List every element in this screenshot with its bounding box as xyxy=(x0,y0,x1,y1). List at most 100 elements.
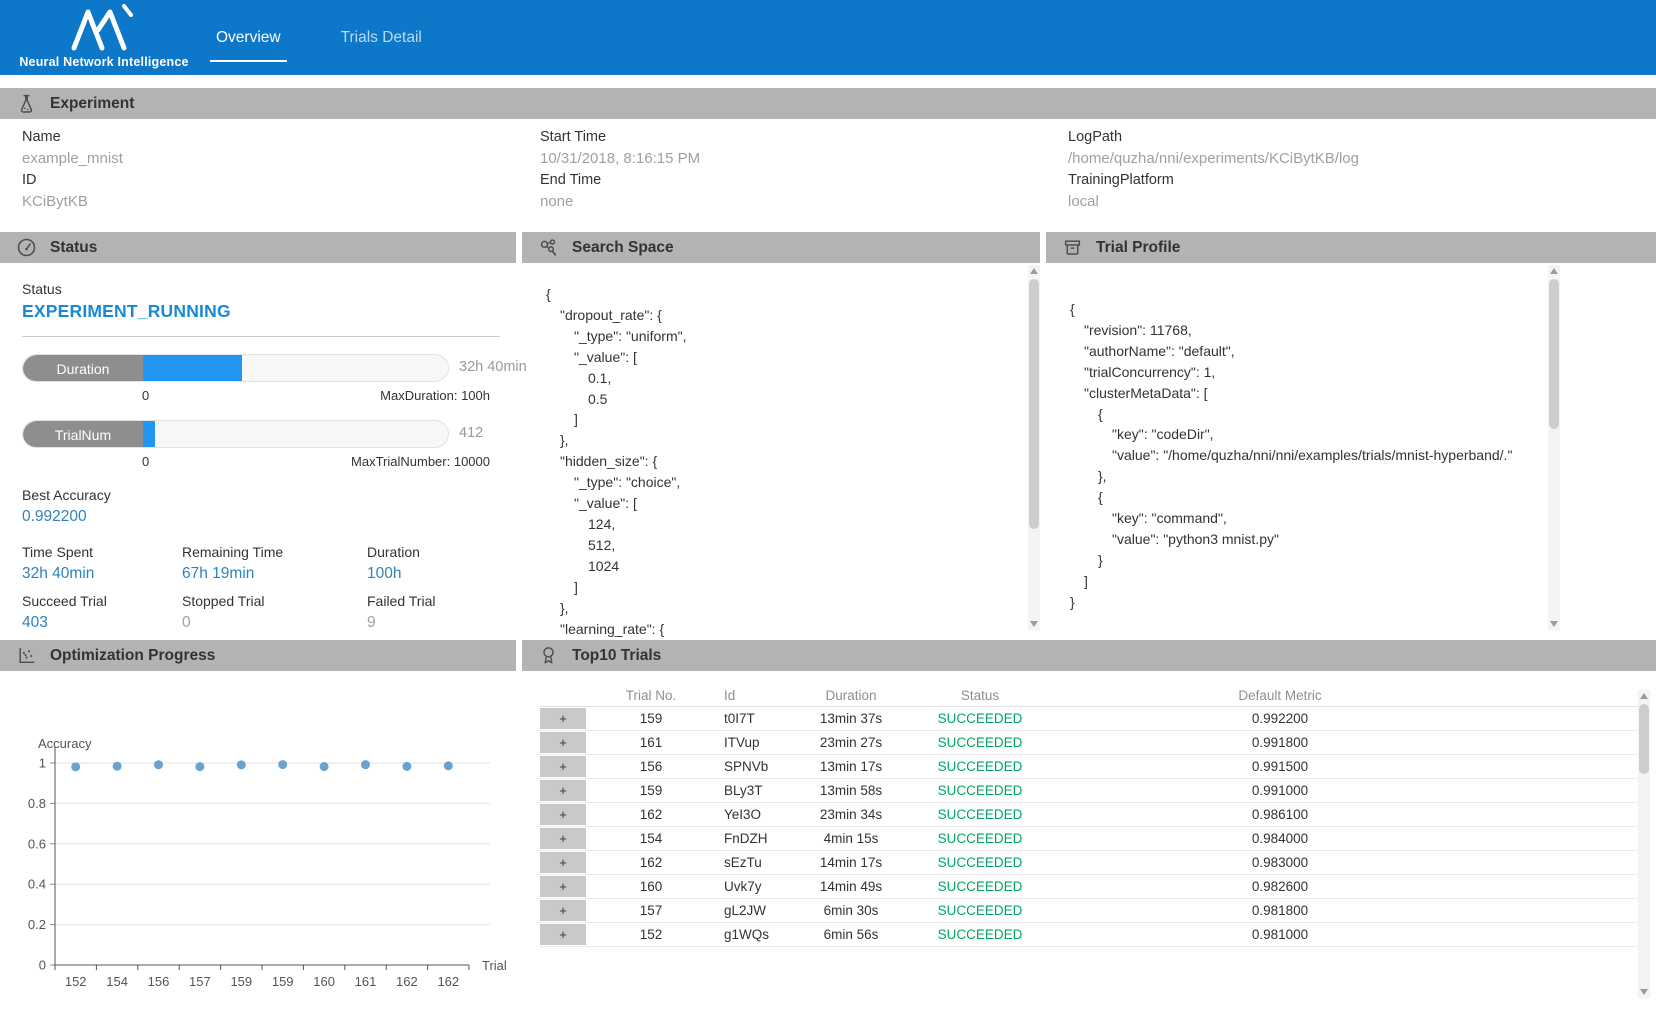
tab-trials-detail[interactable]: Trials Detail xyxy=(337,0,426,75)
status-label: Status xyxy=(22,281,500,297)
field-value: KCiBytKB xyxy=(22,193,518,210)
cell-trial-no: 160 xyxy=(586,879,716,894)
expand-row-button[interactable]: + xyxy=(540,900,586,921)
cell-id: YeI3O xyxy=(716,807,806,822)
progress-label: Duration xyxy=(23,355,143,382)
y-tick-label: 0.2 xyxy=(28,917,46,932)
scatter-plot-icon xyxy=(16,645,37,666)
scroll-up-icon[interactable] xyxy=(1638,690,1650,702)
cell-duration: 14min 49s xyxy=(806,879,896,894)
expand-row-button[interactable]: + xyxy=(540,876,586,897)
field-label: Start Time xyxy=(540,129,1046,145)
scrollbar-thumb[interactable] xyxy=(1029,279,1039,529)
tab-overview[interactable]: Overview xyxy=(212,0,285,75)
column-header-default-metric: Default Metric xyxy=(1064,688,1496,703)
json-line: "hidden_size": { xyxy=(546,451,1006,472)
cell-trial-no: 152 xyxy=(586,927,716,942)
scroll-down-icon[interactable] xyxy=(1548,618,1560,630)
progress-fill xyxy=(142,355,242,382)
scroll-down-icon[interactable] xyxy=(1638,986,1650,998)
nni-logo-icon xyxy=(64,4,144,54)
accuracy-scatter-chart: 00.20.40.60.8115215415615715915916016116… xyxy=(0,690,520,1010)
search-space-section-title: Search Space xyxy=(572,239,674,257)
stat-value: 100h xyxy=(367,565,500,583)
flask-icon xyxy=(16,93,37,114)
search-space-scrollbar[interactable] xyxy=(1028,265,1040,630)
expand-row-button[interactable]: + xyxy=(540,708,586,729)
expand-row-button[interactable]: + xyxy=(540,756,586,777)
json-line: "_value": [ xyxy=(546,493,1006,514)
json-line: ] xyxy=(546,577,1006,598)
cell-duration: 6min 30s xyxy=(806,903,896,918)
cell-default-metric: 0.981800 xyxy=(1064,903,1496,918)
scatter-point xyxy=(402,762,411,771)
json-line: 0.5 xyxy=(546,389,1006,410)
cell-status: SUCCEEDED xyxy=(896,759,1064,774)
x-tick-label: 161 xyxy=(355,974,377,989)
field-label: LogPath xyxy=(1068,129,1656,145)
status-section-title: Status xyxy=(50,239,97,257)
json-line: "authorName": "default", xyxy=(1070,341,1540,362)
stat-label: Stopped Trial xyxy=(182,593,367,609)
cell-trial-no: 162 xyxy=(586,807,716,822)
json-line: "_type": "choice", xyxy=(546,472,1006,493)
progress-min: 0 xyxy=(142,388,149,403)
x-tick-label: 160 xyxy=(313,974,335,989)
medal-icon xyxy=(538,645,559,666)
scrollbar-thumb[interactable] xyxy=(1549,279,1559,429)
trial-profile-scrollbar[interactable] xyxy=(1548,265,1560,630)
x-tick-label: 159 xyxy=(272,974,294,989)
stat-value: 32h 40min xyxy=(22,565,182,583)
column-header-trial-no-: Trial No. xyxy=(586,688,716,703)
json-line: "revision": 11768, xyxy=(1070,320,1540,341)
y-tick-label: 0.6 xyxy=(28,836,46,851)
top-trials-table: Trial No.IdDurationStatusDefault Metric+… xyxy=(522,684,1638,947)
cell-default-metric: 0.991800 xyxy=(1064,735,1496,750)
cell-default-metric: 0.984000 xyxy=(1064,831,1496,846)
json-line: "_value": [ xyxy=(546,347,1006,368)
nni-logo: Neural Network Intelligence xyxy=(14,2,194,74)
search-space-section-bar: Search Space xyxy=(522,232,1040,263)
experiment-fields: Nameexample_mnistIDKCiBytKBStart Time10/… xyxy=(0,124,1656,213)
y-tick-label: 0 xyxy=(39,958,46,973)
expand-row-button[interactable]: + xyxy=(540,924,586,945)
cell-duration: 13min 17s xyxy=(806,759,896,774)
x-tick-label: 157 xyxy=(189,974,211,989)
json-line: ] xyxy=(1070,571,1540,592)
expander-column-header xyxy=(540,684,586,706)
field-value: none xyxy=(540,193,1046,210)
scroll-up-icon[interactable] xyxy=(1548,265,1560,277)
field-label: ID xyxy=(22,172,518,188)
x-tick-label: 154 xyxy=(106,974,128,989)
experiment-section-bar: Experiment xyxy=(0,88,1656,119)
expand-row-button[interactable]: + xyxy=(540,780,586,801)
field-value: 10/31/2018, 8:16:15 PM xyxy=(540,150,1046,167)
top-navbar: Neural Network Intelligence Overview Tria… xyxy=(0,0,1656,75)
cell-duration: 6min 56s xyxy=(806,927,896,942)
stat-value: 9 xyxy=(367,614,500,632)
optimization-section-title: Optimization Progress xyxy=(50,647,215,665)
progress-max: MaxTrialNumber: 10000 xyxy=(351,454,490,469)
expand-row-button[interactable]: + xyxy=(540,732,586,753)
gauge-icon xyxy=(16,237,37,258)
archive-icon xyxy=(1062,237,1083,258)
stat-failed-trial: Failed Trial9 xyxy=(367,593,500,632)
scroll-up-icon[interactable] xyxy=(1028,265,1040,277)
cell-id: SPNVb xyxy=(716,759,806,774)
top-trials-scrollbar[interactable] xyxy=(1638,690,1650,998)
x-tick-label: 156 xyxy=(148,974,170,989)
cell-default-metric: 0.991500 xyxy=(1064,759,1496,774)
expand-row-button[interactable]: + xyxy=(540,804,586,825)
cell-status: SUCCEEDED xyxy=(896,831,1064,846)
cell-id: FnDZH xyxy=(716,831,806,846)
expand-row-button[interactable]: + xyxy=(540,828,586,849)
stat-time-spent: Time Spent32h 40min xyxy=(22,544,182,583)
table-row: +159t0I7T13min 37sSUCCEEDED0.992200 xyxy=(540,707,1638,731)
scroll-down-icon[interactable] xyxy=(1028,618,1040,630)
cell-default-metric: 0.992200 xyxy=(1064,711,1496,726)
json-line: ] xyxy=(546,409,1006,430)
cell-trial-no: 156 xyxy=(586,759,716,774)
expand-row-button[interactable]: + xyxy=(540,852,586,873)
cell-duration: 4min 15s xyxy=(806,831,896,846)
scrollbar-thumb[interactable] xyxy=(1639,704,1649,774)
